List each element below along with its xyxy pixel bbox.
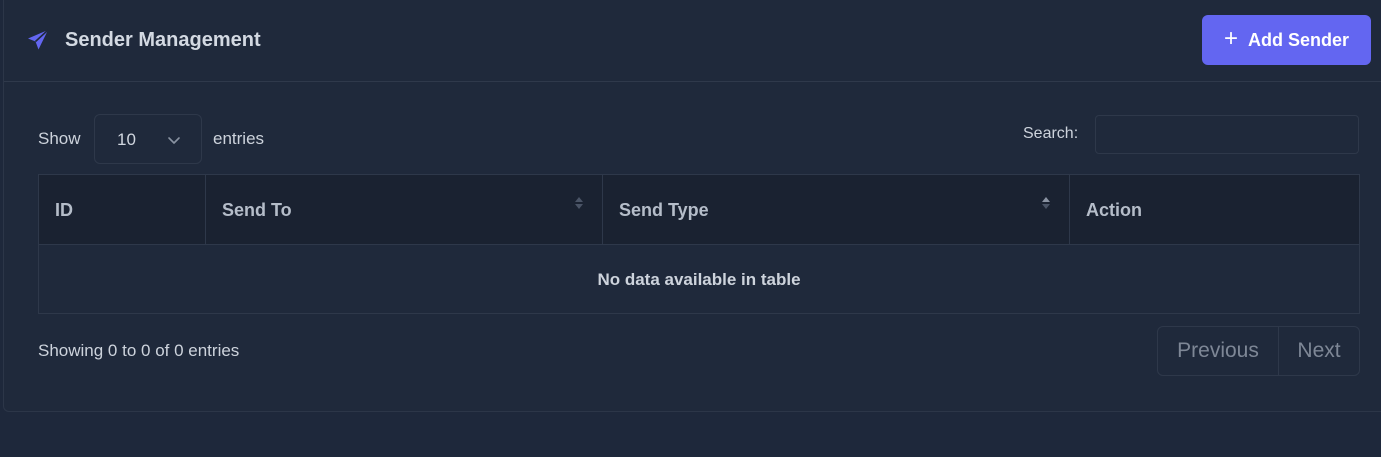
column-header-id[interactable]: ID bbox=[39, 175, 206, 245]
sender-management-card: Sender Management + Add Sender Show 10 e… bbox=[3, 0, 1381, 412]
add-sender-button[interactable]: + Add Sender bbox=[1202, 15, 1371, 65]
column-header-send-to[interactable]: Send To bbox=[206, 175, 603, 245]
search-input[interactable] bbox=[1095, 115, 1359, 154]
column-header-send-type[interactable]: Send Type bbox=[603, 175, 1070, 245]
add-sender-button-label: Add Sender bbox=[1248, 29, 1350, 50]
pagination: Previous Next bbox=[1157, 326, 1360, 376]
table-header: ID Send To Send Type Action bbox=[39, 175, 1359, 245]
column-header-label: Send To bbox=[222, 200, 292, 220]
page-length-select[interactable]: 10 bbox=[94, 114, 202, 164]
senders-table: ID Send To Send Type Action No data avai… bbox=[38, 174, 1360, 314]
chevron-down-icon bbox=[168, 137, 180, 144]
paper-plane-icon bbox=[28, 29, 49, 50]
sort-icon bbox=[575, 197, 583, 209]
page-length-value: 10 bbox=[117, 130, 136, 149]
empty-table-row: No data available in table bbox=[39, 245, 1359, 314]
empty-table-message: No data available in table bbox=[597, 269, 801, 289]
table-info: Showing 0 to 0 of 0 entries bbox=[38, 341, 240, 360]
column-header-label: Send Type bbox=[619, 200, 709, 220]
show-label: Show bbox=[38, 129, 81, 148]
column-header-label: Action bbox=[1086, 200, 1142, 220]
search-label: Search: bbox=[1023, 125, 1079, 142]
entries-label: entries bbox=[213, 129, 265, 148]
previous-page-button[interactable]: Previous bbox=[1158, 327, 1279, 375]
column-header-label: ID bbox=[55, 200, 73, 220]
card-header: Sender Management + Add Sender bbox=[4, 0, 1381, 82]
page-title: Sender Management bbox=[65, 29, 261, 51]
plus-icon: + bbox=[1223, 25, 1238, 52]
next-page-button[interactable]: Next bbox=[1279, 327, 1359, 375]
column-header-action: Action bbox=[1070, 175, 1360, 245]
sort-icon bbox=[1042, 197, 1050, 209]
